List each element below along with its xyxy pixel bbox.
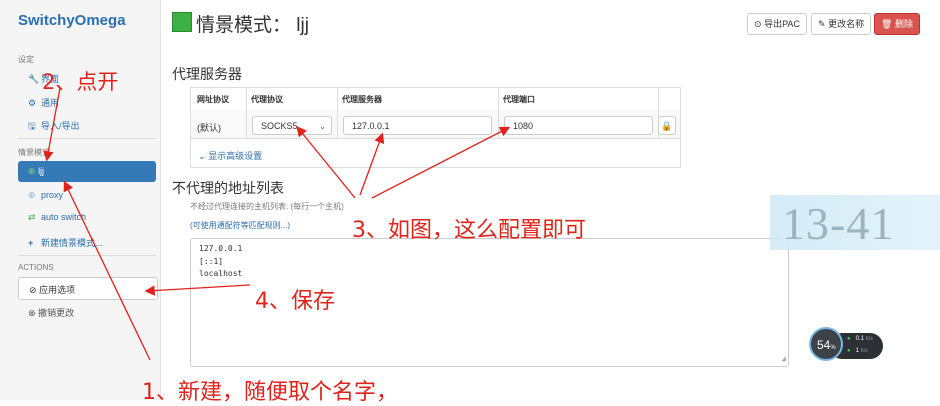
annotation-step-4: 4、保存 [255,289,335,314]
profiles-section-label: 情景模式 [18,148,50,157]
timestamp-watermark: 13-41 [770,195,940,250]
times-circle-icon: ⊗ [28,308,36,318]
edit-icon: ✎ [818,19,826,29]
wrench-icon: 🔧 [28,74,40,84]
trash-icon: 🗑 [881,19,893,29]
sidebar-item-import-export[interactable]: 🖫 导入/导出 [28,119,80,135]
column-header: 代理协议 [251,95,283,104]
proxy-servers-title: 代理服务器 [172,66,242,82]
sidebar-item-auto-switch[interactable]: ⇄ auto switch [28,212,86,223]
download-arrow-icon: ● [847,348,851,354]
retweet-icon: ⇄ [28,212,36,222]
upload-speed: ● 0.1 K/s [847,336,873,342]
apply-options-button[interactable]: ⊘ 应用选项 [18,277,158,300]
chevron-down-icon: ⌄ [319,122,326,131]
column-header: 网址协议 [197,95,229,104]
sidebar-item-general[interactable]: ⚙ 通用 [28,96,59,109]
bypass-entry: 127.0.0.1 [199,244,243,253]
upload-arrow-icon: ● [847,336,851,342]
resize-handle-icon[interactable]: ◢ [781,353,786,366]
annotation-step-1: 1、新建，随便取个名字， [142,380,398,405]
proxy-protocol-select[interactable]: SOCKS5 ⌄ [252,116,332,135]
sidebar-item-proxy[interactable]: ⊕ proxy [28,190,63,201]
sidebar: SwitchyOmega 设定 🔧 界面 ⚙ 通用 🖫 导入/导出 情景模式 ⊕ lj… [0,0,161,400]
divider [246,88,247,138]
divider [337,88,338,138]
divider [18,255,156,256]
bypass-help-text: 不经过代理连接的主机列表: (每行一个主机) [190,202,344,211]
wildcard-rules-link[interactable]: (可使用通配符等匹配规则...) [190,220,290,231]
bypass-entry: [::1] [199,256,224,266]
divider [498,88,499,138]
actions-section-label: ACTIONS [18,263,54,272]
download-speed: ● 1 K/s [847,348,868,354]
floppy-icon: 🖫 [28,121,36,131]
new-profile-link[interactable]: + 新建情景模式... [28,236,103,249]
plus-icon: + [28,238,34,248]
globe-icon: ⊕ [28,166,36,176]
proxy-server-input[interactable]: 127.0.0.1 [343,116,492,135]
export-pac-button[interactable]: ⊙ 导出PAC [747,13,807,35]
profile-color-icon[interactable] [172,12,192,32]
page-title: 情景模式： ljj [196,15,309,36]
show-advanced-link[interactable]: ⌄ 显示高级设置 [198,149,262,162]
annotation-step-2: 2、点开 [42,70,119,94]
column-header: 代理服务器 [342,95,382,104]
network-speed-widget[interactable]: ● 0.1 K/s ● 1 K/s 54% [809,327,885,365]
sidebar-item-ljj[interactable]: ⊕ ljj [18,161,156,182]
lock-icon[interactable]: 🔒 [658,116,676,135]
column-header: 代理端口 [503,95,535,104]
settings-section-label: 设定 [18,55,34,64]
discard-changes-button[interactable]: ⊗ 撤销更改 [28,306,74,319]
globe-icon: ⊕ [28,190,36,200]
divider [18,138,156,139]
check-circle-icon: ⊘ [29,285,37,295]
bypass-entry: localhost [199,269,243,278]
proxy-port-input[interactable]: 1080 [504,116,653,135]
cpu-usage-gauge: 54% [809,327,843,361]
download-icon: ⊙ [754,19,762,29]
delete-button[interactable]: 🗑 删除 [874,13,920,35]
scheme-cell: (默认) [197,123,221,133]
gear-icon: ⚙ [28,98,37,108]
proxy-servers-table: 网址协议 代理协议 代理服务器 代理端口 (默认) SOCKS5 ⌄ 127.0… [190,87,681,168]
chevron-down-icon: ⌄ [198,151,206,161]
app-brand[interactable]: SwitchyOmega [18,12,126,29]
rename-button[interactable]: ✎ 更改名称 [811,13,872,35]
bypass-list-title: 不代理的地址列表 [172,180,284,196]
annotation-step-3: 3、如图，这么配置即可 [352,218,586,243]
table-header: 网址协议 代理协议 代理服务器 代理端口 [191,88,680,111]
